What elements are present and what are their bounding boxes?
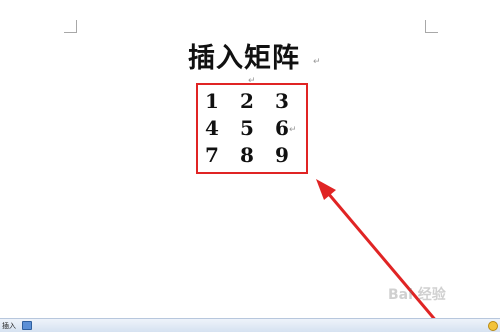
watermark-logo: Bai 经验	[388, 287, 446, 303]
zoom-icon[interactable]	[488, 321, 498, 331]
document-page[interactable]: 插入矩阵 ↵ ↵ 1 2 3 4 5 6 7 8 9 ↵ Bai 经验	[0, 0, 500, 323]
view-icon[interactable]	[22, 321, 32, 330]
status-bar: 插入	[0, 318, 500, 332]
insert-mode-indicator[interactable]: 插入	[2, 321, 16, 331]
annotation-arrow-icon	[316, 179, 439, 323]
